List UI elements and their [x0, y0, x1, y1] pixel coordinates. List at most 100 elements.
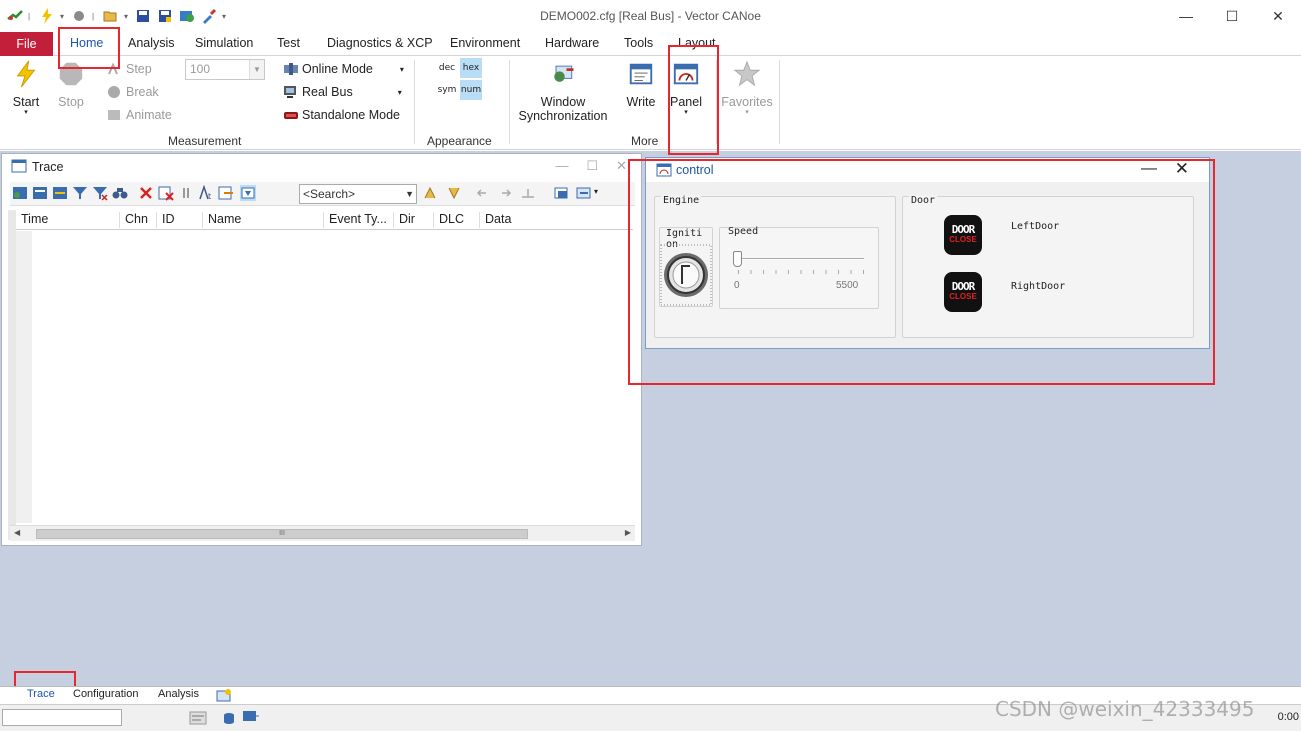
tab-environment[interactable]: Environment [450, 36, 520, 50]
online-mode-label: Online Mode [302, 62, 373, 76]
trace-list[interactable] [16, 231, 633, 523]
favorites-button[interactable]: Favorites ▾ [720, 60, 774, 116]
online-mode-button[interactable]: Online Mode ▾ [283, 62, 404, 76]
desktop-tab-analysis[interactable]: Analysis [158, 688, 199, 700]
trace-columns-icon[interactable] [32, 185, 48, 201]
tab-tools[interactable]: Tools [624, 36, 653, 50]
star-icon [733, 60, 761, 87]
close-button[interactable]: ✕ [1255, 0, 1301, 32]
highlight-control-panel [628, 159, 1215, 385]
column-header-event-type[interactable]: Event Ty... [324, 212, 394, 228]
trace-window: Trace — ☐ ✕ t <Search> ▼ ▾ Time Chn ID N… [1, 153, 642, 546]
capl-icon [189, 711, 207, 725]
write-button[interactable]: Write [623, 60, 659, 109]
appearance-group-label: Appearance [427, 134, 492, 148]
break-button[interactable]: Break [107, 85, 159, 99]
chevron-down-icon[interactable]: ▾ [594, 187, 598, 196]
format-hex-button[interactable]: hex [460, 58, 482, 78]
chevron-down-icon: ▾ [745, 109, 749, 116]
clear-list-icon[interactable] [158, 185, 174, 201]
standalone-mode-label: Standalone Mode [302, 108, 400, 122]
trace-search-box[interactable]: <Search> ▼ [299, 184, 417, 204]
status-time: 0:00 [1277, 711, 1299, 723]
clear-icon[interactable] [138, 185, 154, 201]
pause-icon[interactable] [178, 185, 194, 201]
trace-window-icon [11, 159, 27, 173]
chevron-down-icon: ▾ [24, 109, 28, 116]
trace-filter-icon[interactable] [12, 185, 28, 201]
tab-hardware[interactable]: Hardware [545, 36, 599, 50]
column-header-dir[interactable]: Dir [394, 212, 434, 228]
measurement-group-label: Measurement [168, 134, 242, 148]
trace-minimize-button[interactable]: — [555, 158, 568, 174]
format-sym-button[interactable]: sym [436, 80, 458, 100]
highlight-panel-button [668, 45, 719, 155]
export-icon[interactable] [218, 185, 234, 201]
column-header-time[interactable]: Time [16, 212, 120, 228]
trace-column-headers: Time Chn ID Name Event Ty... Dir DLC Dat… [16, 210, 633, 230]
animate-button[interactable]: Animate [107, 108, 172, 122]
chevron-down-icon[interactable]: ▼ [405, 189, 414, 199]
trace-toolbar: t <Search> ▼ ▾ [10, 182, 635, 206]
back-arrow-icon[interactable] [474, 185, 490, 201]
trace-left-gutter [8, 210, 16, 540]
forward-arrow-icon[interactable] [498, 185, 514, 201]
window-sync-label-2: Synchronization [518, 109, 608, 123]
real-bus-button[interactable]: Real Bus ▾ [283, 85, 402, 99]
chevron-down-icon[interactable]: ▼ [249, 60, 264, 79]
scroll-left-icon[interactable]: ◀ [14, 528, 20, 537]
find-prev-icon[interactable] [422, 185, 438, 201]
scroll-thumb[interactable]: III [36, 529, 528, 539]
maximize-button[interactable]: ☐ [1209, 0, 1255, 32]
desktop-tab-configuration[interactable]: Configuration [73, 688, 138, 700]
start-button[interactable]: Start ▾ [8, 60, 44, 116]
desktop-tab-trace[interactable]: Trace [27, 688, 55, 700]
tab-analysis[interactable]: Analysis [128, 36, 175, 50]
trace-funnel-icon[interactable] [72, 185, 88, 201]
column-header-id[interactable]: ID [157, 212, 203, 228]
window-sync-label-1: Window [540, 95, 586, 109]
break-icon [107, 85, 121, 99]
binoculars-icon[interactable] [112, 185, 128, 201]
column-header-name[interactable]: Name [203, 212, 324, 228]
tab-simulation[interactable]: Simulation [195, 36, 253, 50]
trace-maximize-button[interactable]: ☐ [586, 158, 598, 174]
trace-layout-icon[interactable] [576, 185, 592, 201]
trace-horizontal-scrollbar[interactable]: ◀ III ▶ [10, 525, 635, 541]
format-dec-button[interactable]: dec [436, 58, 458, 78]
trace-close-button[interactable]: ✕ [616, 158, 627, 174]
abs-time-icon[interactable]: t [198, 185, 214, 201]
column-header-dlc[interactable]: DLC [434, 212, 480, 228]
ribbon-tabs: File Home Analysis Simulation Test Diagn… [0, 32, 1301, 56]
find-next-icon[interactable] [446, 185, 462, 201]
format-num-button[interactable]: num [460, 80, 482, 100]
chevron-down-icon: ▾ [397, 87, 402, 97]
highlight-home-tab [58, 27, 120, 69]
monitor-icon [243, 711, 259, 721]
window-sync-button[interactable]: Window Synchronization [517, 60, 609, 123]
step-label: Step [126, 62, 152, 76]
tab-diagnostics-xcp[interactable]: Diagnostics & XCP [327, 36, 433, 50]
scroll-right-icon[interactable]: ▶ [625, 528, 631, 537]
lightning-icon [16, 60, 36, 88]
scroll-mode-icon[interactable] [240, 185, 256, 201]
standalone-mode-button[interactable]: Standalone Mode [283, 108, 400, 122]
title-bar: | ▾ | ▾ ▾ DEMO002.cfg [Real Bus] - Vecto… [0, 0, 1301, 32]
minimize-button[interactable]: — [1163, 0, 1209, 32]
step-count-input[interactable]: 100 ▼ [185, 59, 265, 80]
write-icon [629, 63, 653, 85]
trace-expand-icon[interactable] [52, 185, 68, 201]
animate-label: Animate [126, 108, 172, 122]
trace-options-icon[interactable] [554, 185, 570, 201]
tab-file[interactable]: File [0, 32, 53, 56]
tab-test[interactable]: Test [277, 36, 300, 50]
add-desktop-icon[interactable] [216, 688, 232, 702]
column-header-data[interactable]: Data [480, 212, 633, 228]
marker-icon[interactable] [520, 185, 536, 201]
trace-funnel-x-icon[interactable] [92, 185, 108, 201]
column-header-chn[interactable]: Chn [120, 212, 157, 228]
window-title: DEMO002.cfg [Real Bus] - Vector CANoe [540, 9, 761, 23]
animate-icon [107, 108, 121, 122]
status-input-field[interactable] [2, 709, 122, 726]
trace-titlebar[interactable]: Trace — ☐ ✕ [2, 154, 641, 180]
